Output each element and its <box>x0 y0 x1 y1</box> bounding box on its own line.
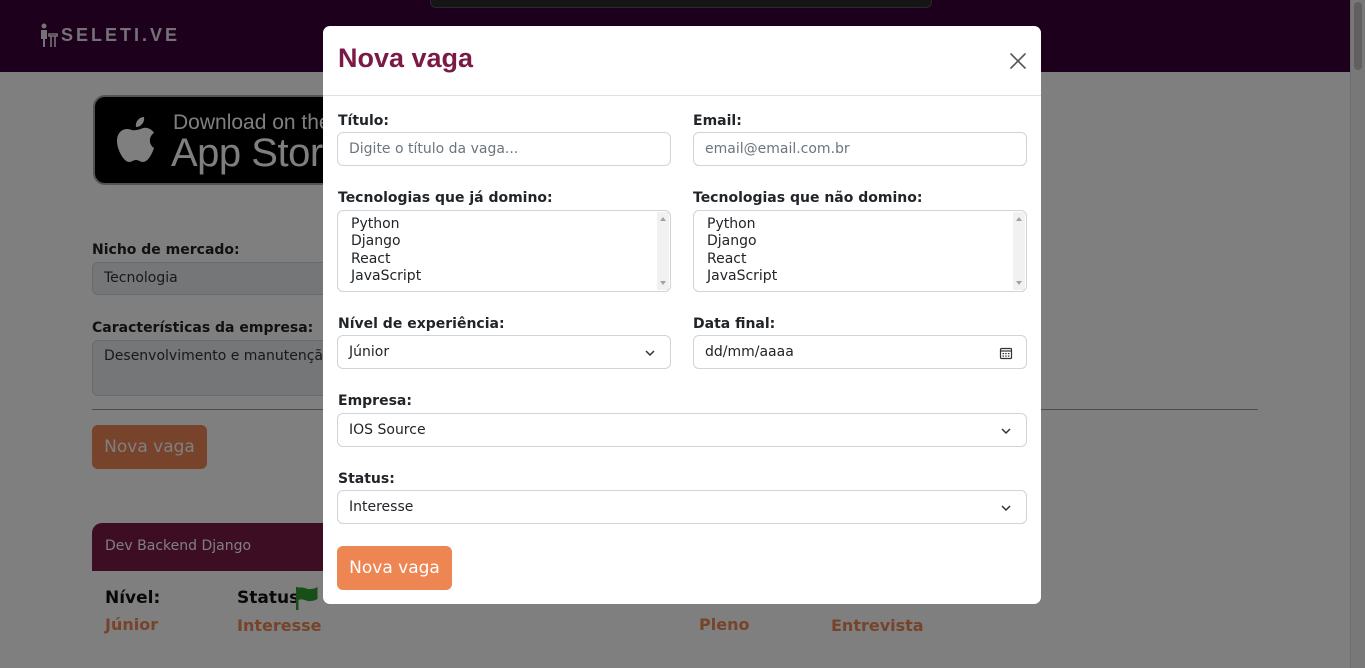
unknown-tech-option[interactable]: React <box>694 251 1026 268</box>
submit-new-job-button[interactable]: Nova vaga <box>337 546 452 590</box>
close-icon[interactable] <box>1007 50 1029 72</box>
company-value: IOS Source <box>349 422 426 438</box>
known-tech-select[interactable]: Python Django React JavaScript <box>337 210 671 292</box>
unknown-tech-scrollbar[interactable] <box>1013 212 1025 290</box>
known-tech-option[interactable]: Django <box>338 233 670 250</box>
company-label: Empresa: <box>338 393 412 409</box>
known-tech-option[interactable]: React <box>338 251 670 268</box>
unknown-tech-select[interactable]: Python Django React JavaScript <box>693 210 1027 292</box>
scroll-down-icon[interactable] <box>660 281 666 285</box>
unknown-tech-label: Tecnologias que não domino: <box>693 190 923 206</box>
title-input[interactable]: Digite o título da vaga... <box>337 132 671 166</box>
title-label: Título: <box>338 113 390 129</box>
unknown-tech-option[interactable]: Django <box>694 233 1026 250</box>
known-tech-option[interactable]: Python <box>338 216 670 233</box>
chevron-down-icon <box>645 350 655 357</box>
known-tech-scrollbar[interactable] <box>657 212 669 290</box>
experience-value: Júnior <box>349 344 390 360</box>
end-date-label: Data final: <box>693 316 776 332</box>
experience-select[interactable]: Júnior <box>337 335 671 369</box>
scroll-down-icon[interactable] <box>1016 281 1022 285</box>
chevron-down-icon <box>1001 428 1011 435</box>
email-input[interactable]: email@email.com.br <box>693 132 1027 166</box>
end-date-placeholder: dd/mm/aaaa <box>705 344 794 360</box>
status-label: Status: <box>338 471 395 487</box>
status-select[interactable]: Interesse <box>337 490 1027 524</box>
calendar-icon[interactable] <box>999 346 1013 360</box>
unknown-tech-option[interactable]: Python <box>694 216 1026 233</box>
end-date-input[interactable]: dd/mm/aaaa <box>693 335 1027 369</box>
status-value: Interesse <box>349 499 414 515</box>
scroll-up-icon[interactable] <box>660 217 666 221</box>
experience-label: Nível de experiência: <box>338 316 505 332</box>
new-job-modal: Nova vaga Título: Digite o título da vag… <box>323 26 1041 604</box>
company-select[interactable]: IOS Source <box>337 413 1027 447</box>
modal-title: Nova vaga <box>338 43 474 73</box>
known-tech-option[interactable]: JavaScript <box>338 268 670 285</box>
modal-header: Nova vaga <box>323 26 1041 96</box>
scroll-up-icon[interactable] <box>1016 217 1022 221</box>
email-label: Email: <box>693 113 742 129</box>
chevron-down-icon <box>1001 505 1011 512</box>
unknown-tech-option[interactable]: JavaScript <box>694 268 1026 285</box>
known-tech-label: Tecnologias que já domino: <box>338 190 553 206</box>
